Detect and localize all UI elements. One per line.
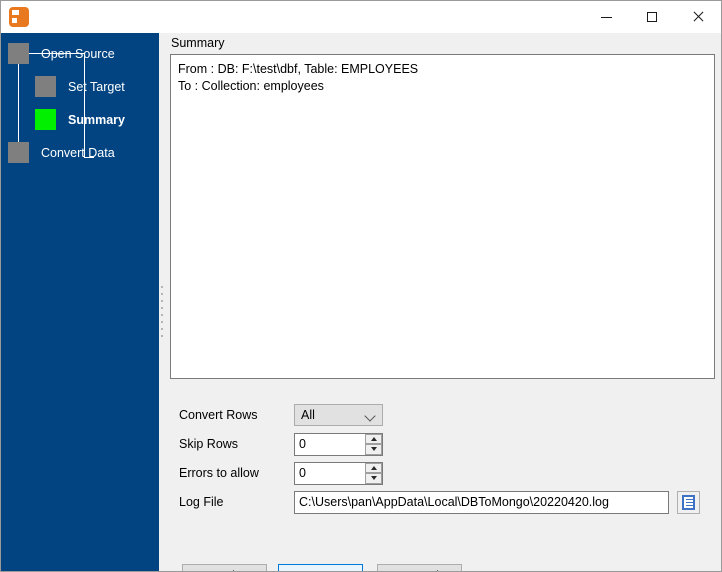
summary-text-area[interactable]: From : DB: F:\test\dbf, Table: EMPLOYEES… <box>170 54 715 379</box>
sidebar-item-label: Convert Data <box>41 145 115 160</box>
minimize-icon <box>600 16 612 18</box>
maximize-icon <box>647 12 657 22</box>
errors-to-allow-value[interactable]: 0 <box>295 463 365 484</box>
spin-up-button[interactable] <box>365 462 382 473</box>
skip-rows-stepper[interactable]: 0 <box>294 432 383 456</box>
main-content: Summary From : DB: F:\test\dbf, Table: E… <box>166 33 721 571</box>
application-window: Open Source Set Target Summary Convert D… <box>0 0 722 572</box>
sidebar-item-set-target[interactable]: Set Target <box>35 76 125 97</box>
errors-to-allow-stepper[interactable]: 0 <box>294 461 383 485</box>
panel-splitter[interactable] <box>159 33 166 571</box>
sidebar-item-convert-data[interactable]: Convert Data <box>8 142 115 163</box>
caret-up-icon <box>370 436 377 441</box>
sidebar-item-label: Summary <box>68 112 125 127</box>
chevron-down-icon <box>364 410 376 422</box>
close-icon <box>692 11 704 23</box>
skip-rows-value[interactable]: 0 <box>295 434 365 455</box>
splitter-grip-icon <box>161 286 164 342</box>
log-file-browse-button[interactable] <box>677 490 700 514</box>
back-button[interactable]: Back <box>182 564 267 571</box>
sidebar-item-open-source[interactable]: Open Source <box>8 43 115 64</box>
sidebar-item-summary[interactable]: Summary <box>35 109 125 130</box>
window-controls <box>583 1 721 33</box>
convert-rows-row: Convert Rows All <box>166 401 721 429</box>
summary-group: Summary From : DB: F:\test\dbf, Table: E… <box>169 36 716 381</box>
summary-line-to: To : Collection: employees <box>178 79 324 93</box>
skip-rows-label: Skip Rows <box>179 437 239 451</box>
cancel-button[interactable]: Cancel <box>377 564 462 571</box>
step-indicator-box <box>8 142 29 163</box>
skip-rows-row: Skip Rows 0 <box>166 430 721 458</box>
log-file-row: Log File C:\Users\pan\AppData\Local\DBTo… <box>166 488 721 516</box>
errors-to-allow-label: Errors to allow <box>179 466 259 480</box>
convert-rows-select[interactable]: All <box>294 404 383 426</box>
log-file-label: Log File <box>179 495 224 509</box>
wizard-step-list: Open Source Set Target Summary Convert D… <box>1 33 159 193</box>
sidebar-item-label: Set Target <box>68 79 125 94</box>
convert-rows-label: Convert Rows <box>179 408 258 422</box>
errors-to-allow-spin-buttons <box>365 462 382 484</box>
app-logo-icon <box>9 7 29 27</box>
convert-rows-value: All <box>301 408 315 422</box>
spin-down-button[interactable] <box>365 444 382 455</box>
spin-down-button[interactable] <box>365 473 382 484</box>
minimize-button[interactable] <box>583 1 629 33</box>
errors-to-allow-row: Errors to allow 0 <box>166 459 721 487</box>
caret-down-icon <box>370 476 377 481</box>
sidebar-item-label: Open Source <box>41 46 115 61</box>
wizard-button-bar: Back Next Cancel <box>166 531 721 571</box>
title-bar <box>1 1 721 33</box>
document-icon <box>682 494 695 510</box>
caret-down-icon <box>370 447 377 452</box>
skip-rows-spin-buttons <box>365 433 382 455</box>
close-button[interactable] <box>675 1 721 33</box>
next-button[interactable]: Next <box>278 564 363 571</box>
summary-group-label: Summary <box>171 36 225 50</box>
options-form: Convert Rows All Skip Rows 0 Errors to a… <box>166 401 721 531</box>
spin-up-button[interactable] <box>365 433 382 444</box>
caret-up-icon <box>370 465 377 470</box>
wizard-sidebar: Open Source Set Target Summary Convert D… <box>1 33 159 571</box>
step-indicator-box-active <box>35 109 56 130</box>
step-indicator-box <box>8 43 29 64</box>
maximize-button[interactable] <box>629 1 675 33</box>
log-file-input[interactable]: C:\Users\pan\AppData\Local\DBToMongo\202… <box>294 490 669 514</box>
step-indicator-box <box>35 76 56 97</box>
summary-line-from: From : DB: F:\test\dbf, Table: EMPLOYEES <box>178 62 419 76</box>
